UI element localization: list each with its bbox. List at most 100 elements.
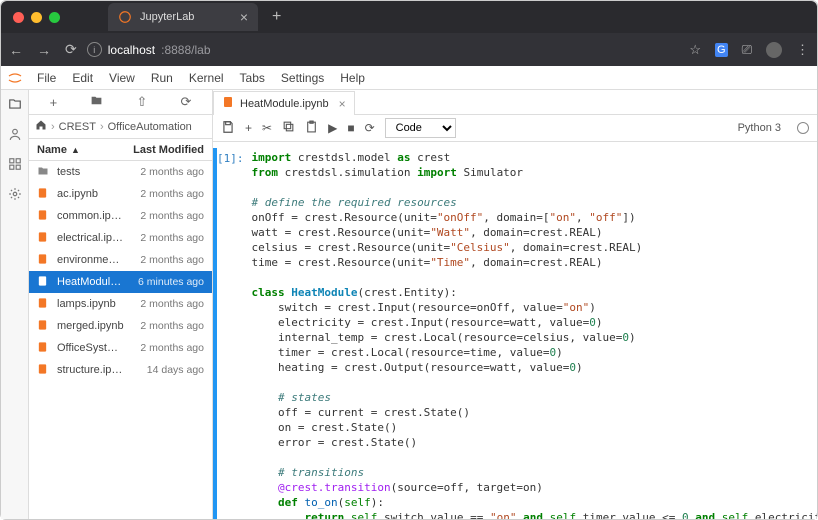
folder-icon <box>37 165 51 180</box>
new-launcher-icon[interactable]: + <box>50 95 58 110</box>
save-icon[interactable] <box>221 120 235 137</box>
input-prompt: [1]: <box>217 150 252 519</box>
file-modified: 6 minutes ago <box>124 276 204 288</box>
breadcrumb-item[interactable]: OfficeAutomation <box>108 121 192 133</box>
stop-icon[interactable]: ■ <box>347 121 354 135</box>
menu-icon[interactable]: ⋮ <box>796 42 809 58</box>
file-row[interactable]: HeatModule.ipynb6 minutes ago <box>29 271 212 293</box>
site-info-icon[interactable]: i <box>87 42 102 57</box>
file-name: electrical.ipynb <box>57 232 124 244</box>
file-list: tests2 months agoac.ipynb2 months agocom… <box>29 161 212 519</box>
name-column-label[interactable]: Name <box>37 144 67 156</box>
file-browser: + ⇧ ⟳ › CREST › OfficeAutomation Name ▲ L… <box>29 90 213 519</box>
tabs-icon[interactable] <box>7 186 23 202</box>
star-icon[interactable]: ☆ <box>689 42 701 58</box>
notebook-toolbar: + ✂ ▶ ■ ⟳ Code Python 3 <box>213 115 817 142</box>
new-folder-icon[interactable] <box>90 94 103 110</box>
forward-button[interactable]: → <box>37 42 51 58</box>
notebook-icon <box>37 231 51 246</box>
document-tab-title: HeatModule.ipynb <box>240 98 329 110</box>
notebook-icon <box>37 187 51 202</box>
file-row[interactable]: merged.ipynb2 months ago <box>29 315 212 337</box>
file-name: environment.ipynb <box>57 254 124 266</box>
url-host: localhost <box>108 43 155 57</box>
menu-help[interactable]: Help <box>332 68 373 88</box>
url-field[interactable]: i localhost:8888/lab <box>87 42 680 57</box>
file-row[interactable]: OfficeSystem.ipynb2 months ago <box>29 337 212 359</box>
files-icon[interactable] <box>7 96 23 112</box>
kernel-status-icon[interactable] <box>797 122 809 134</box>
copy-icon[interactable] <box>282 120 295 136</box>
notebook-icon <box>37 341 51 356</box>
cell-type-select[interactable]: Code <box>385 118 456 138</box>
close-icon[interactable]: × <box>339 97 346 111</box>
file-row[interactable]: tests2 months ago <box>29 161 212 183</box>
notebook-icon <box>37 253 51 268</box>
file-modified: 2 months ago <box>124 166 204 178</box>
modified-column-label[interactable]: Last Modified <box>126 144 212 156</box>
upload-icon[interactable]: ⇧ <box>136 94 147 110</box>
file-row[interactable]: electrical.ipynb2 months ago <box>29 227 212 249</box>
file-row[interactable]: structure.ipynb14 days ago <box>29 359 212 381</box>
file-modified: 2 months ago <box>124 210 204 222</box>
menu-edit[interactable]: Edit <box>64 68 101 88</box>
document-tabs: HeatModule.ipynb × <box>213 90 817 115</box>
notebook-icon <box>37 275 51 290</box>
file-row[interactable]: environment.ipynb2 months ago <box>29 249 212 271</box>
translate-icon[interactable]: G <box>715 43 728 57</box>
refresh-icon[interactable]: ⟳ <box>180 94 191 110</box>
file-modified: 2 months ago <box>124 320 204 332</box>
menu-view[interactable]: View <box>101 68 143 88</box>
maximize-window-button[interactable] <box>49 12 60 23</box>
code-editor[interactable]: import crestdsl.model as crest from cres… <box>252 150 818 519</box>
menu-bar: FileEditViewRunKernelTabsSettingsHelp <box>1 66 817 90</box>
commands-icon[interactable] <box>7 156 23 172</box>
cut-icon[interactable]: ✂ <box>262 121 272 135</box>
home-icon[interactable] <box>35 119 47 134</box>
file-name: common.ipynb <box>57 210 124 222</box>
breadcrumb-item[interactable]: CREST <box>59 121 96 133</box>
close-tab-icon[interactable]: × <box>240 9 248 25</box>
restart-icon[interactable]: ⟳ <box>365 121 375 135</box>
reload-button[interactable]: ⟳ <box>65 41 77 58</box>
notebook-icon <box>37 209 51 224</box>
file-modified: 2 months ago <box>124 342 204 354</box>
code-cell[interactable]: [1]: import crestdsl.model as crest from… <box>213 148 817 519</box>
file-name: tests <box>57 166 124 178</box>
new-tab-button[interactable]: + <box>272 8 281 26</box>
add-cell-icon[interactable]: + <box>245 121 252 135</box>
file-row[interactable]: lamps.ipynb2 months ago <box>29 293 212 315</box>
breadcrumb[interactable]: › CREST › OfficeAutomation <box>29 115 212 139</box>
file-name: merged.ipynb <box>57 320 124 332</box>
paste-icon[interactable] <box>305 120 318 136</box>
menu-run[interactable]: Run <box>143 68 181 88</box>
sort-icon[interactable]: ▲ <box>71 145 80 155</box>
file-name: ac.ipynb <box>57 188 124 200</box>
browser-tab[interactable]: JupyterLab × <box>108 3 258 31</box>
document-tab[interactable]: HeatModule.ipynb × <box>213 91 355 115</box>
file-name: structure.ipynb <box>57 364 124 376</box>
running-icon[interactable] <box>7 126 23 142</box>
browser-tab-title: JupyterLab <box>140 11 194 23</box>
run-icon[interactable]: ▶ <box>328 121 337 135</box>
menu-tabs[interactable]: Tabs <box>232 68 273 88</box>
back-button[interactable]: ← <box>9 42 23 58</box>
menu-settings[interactable]: Settings <box>273 68 332 88</box>
close-window-button[interactable] <box>13 12 24 23</box>
menu-kernel[interactable]: Kernel <box>181 68 232 88</box>
kernel-name[interactable]: Python 3 <box>738 122 781 134</box>
menu-file[interactable]: File <box>29 68 64 88</box>
file-modified: 2 months ago <box>124 254 204 266</box>
minimize-window-button[interactable] <box>31 12 42 23</box>
notebook[interactable]: [1]: import crestdsl.model as crest from… <box>213 142 817 519</box>
browser-address-bar: ← → ⟳ i localhost:8888/lab ☆ G ⎚ ⋮ <box>1 33 817 66</box>
jupyterlab-app: FileEditViewRunKernelTabsSettingsHelp + … <box>1 66 817 519</box>
file-row[interactable]: common.ipynb2 months ago <box>29 205 212 227</box>
file-row[interactable]: ac.ipynb2 months ago <box>29 183 212 205</box>
file-name: lamps.ipynb <box>57 298 124 310</box>
file-name: HeatModule.ipynb <box>57 276 124 288</box>
profile-icon[interactable] <box>766 42 782 58</box>
source-code[interactable]: import crestdsl.model as crest from cres… <box>252 150 818 519</box>
notebook-icon <box>222 96 234 111</box>
cast-icon[interactable]: ⎚ <box>742 42 752 58</box>
